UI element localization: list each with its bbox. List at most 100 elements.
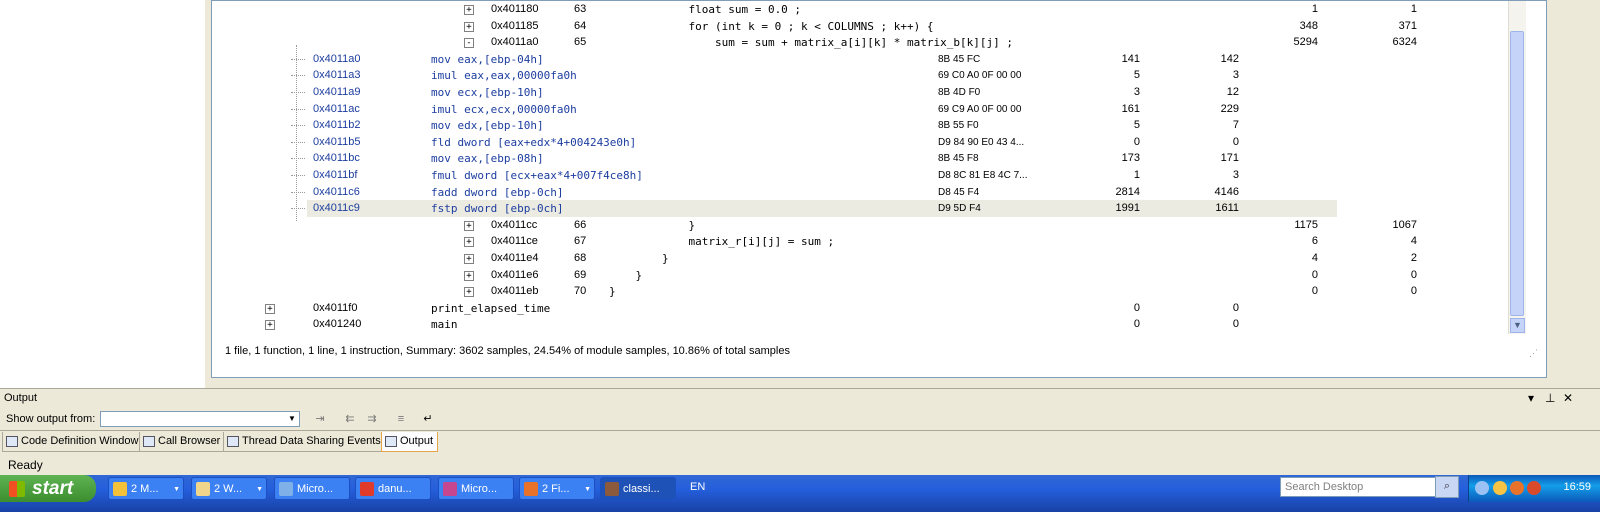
desktop-search-input[interactable]: Search Desktop ⌕ bbox=[1280, 476, 1459, 498]
sampling-view: +0x401180 63 float sum = 0.0 ; 1 1 +0x401185… bbox=[211, 0, 1547, 378]
source-line-row[interactable]: +0x4011eb 70} 0 0 bbox=[396, 283, 1417, 300]
expand-icon[interactable]: + bbox=[265, 303, 275, 314]
function-row[interactable]: +0x4011f0 print_elapsed_time 0 0 bbox=[218, 300, 1511, 317]
close-icon[interactable]: ✕ bbox=[1563, 391, 1573, 405]
tab-label: Call Browser bbox=[158, 435, 221, 447]
address-cell: 0x4011b2 bbox=[313, 119, 361, 132]
source-cell: } bbox=[609, 252, 669, 265]
taskbar-button-label: classi... bbox=[623, 483, 660, 495]
language-indicator[interactable]: EN bbox=[690, 481, 705, 493]
visual-studio-icon bbox=[279, 482, 293, 496]
tab-code-definition-window[interactable]: Code Definition Window bbox=[2, 432, 144, 452]
tab-label: Output bbox=[400, 435, 434, 447]
disassembly-row[interactable]: 0x4011ac imul ecx,ecx,00000fa0h 69 C9 A0 0… bbox=[218, 101, 1511, 118]
taskbar-button[interactable]: 2 W... ▼ bbox=[191, 477, 267, 500]
address-cell: 0x4011a3 bbox=[313, 69, 361, 82]
samples-col1-cell: 0 bbox=[1311, 285, 1318, 298]
messenger-tray-icon[interactable] bbox=[1493, 481, 1507, 495]
tree-branch bbox=[291, 75, 305, 77]
tab-output[interactable]: Output bbox=[381, 432, 439, 452]
expand-icon[interactable]: + bbox=[464, 254, 474, 264]
source-line-row[interactable]: +0x4011ce 67 matrix_r[i][j] = sum ; 6 4 bbox=[396, 233, 1417, 250]
address-cell: 0x401240 bbox=[313, 318, 362, 331]
disassembly-row[interactable]: 0x4011a0 mov eax,[ebp-04h] 8B 45 FC 141 142 bbox=[218, 51, 1511, 68]
address-cell: 0x401180 bbox=[491, 3, 539, 15]
pin-icon[interactable]: ⊥ bbox=[1545, 391, 1555, 405]
opcode-bytes-cell: 8B 4D F0 bbox=[938, 87, 981, 98]
source-line-row[interactable]: +0x401185 64 for (int k = 0 ; k < COLUMNS… bbox=[396, 18, 1417, 35]
tree-branch bbox=[291, 141, 305, 143]
samples-col1-cell: 161 bbox=[1121, 102, 1140, 115]
disassembly-row[interactable]: 0x4011c6 fadd dword [ebp-0ch] D8 45 F4 2814… bbox=[218, 184, 1511, 201]
source-disassembly-grid: +0x401180 63 float sum = 0.0 ; 1 1 +0x401185… bbox=[218, 1, 1511, 338]
start-button[interactable]: start bbox=[0, 475, 96, 502]
disassembly-row[interactable]: 0x4011bc mov eax,[ebp-08h] 8B 45 F8 173 171 bbox=[218, 150, 1511, 167]
address-cell: 0x4011c9 bbox=[313, 202, 360, 215]
find-next-icon[interactable]: ⇉ bbox=[364, 411, 380, 427]
line-number-cell: 66 bbox=[574, 218, 587, 231]
source-line-row[interactable]: +0x4011cc 66 } 1175 1067 bbox=[396, 217, 1417, 234]
disassembly-row[interactable]: 0x4011c9 fstp dword [ebp-0ch] D9 5D F4 1991… bbox=[218, 200, 1511, 218]
clear-all-icon[interactable]: ≡ bbox=[393, 411, 409, 427]
chevron-down-icon[interactable]: ▼ bbox=[285, 412, 299, 426]
taskbar-button[interactable]: 2 M... ▼ bbox=[108, 477, 184, 500]
firefox-tray-icon[interactable] bbox=[1510, 481, 1524, 495]
app-icon bbox=[360, 482, 374, 496]
disassembly-row[interactable]: 0x4011a9 mov ecx,[ebp-10h] 8B 4D F0 3 12 bbox=[218, 84, 1511, 101]
expand-icon[interactable]: + bbox=[464, 270, 474, 281]
taskbar-button-label: 2 W... bbox=[214, 483, 243, 495]
source-line-row[interactable]: +0x4011e6 69 } 0 0 bbox=[396, 267, 1417, 284]
expand-icon[interactable]: + bbox=[265, 320, 275, 331]
collapse-icon[interactable]: - bbox=[464, 38, 474, 49]
taskbar-button[interactable]: classi... bbox=[600, 477, 676, 500]
line-number-cell: 70 bbox=[574, 285, 587, 298]
tab-thread-data-sharing-events[interactable]: Thread Data Sharing Events bbox=[223, 432, 386, 452]
expand-icon[interactable]: + bbox=[464, 237, 474, 248]
opcode-bytes-cell: 69 C0 A0 0F 00 00 bbox=[938, 70, 1022, 82]
source-cell: main bbox=[431, 318, 458, 332]
taskbar-button[interactable]: 2 Fi... ▼ bbox=[519, 477, 595, 500]
document-area: +0x401180 63 float sum = 0.0 ; 1 1 +0x401185… bbox=[205, 0, 1600, 388]
instruction-cell: fadd dword [ebp-0ch] bbox=[431, 185, 564, 199]
samples-col2-cell: 1611 bbox=[1215, 202, 1239, 215]
start-label: start bbox=[32, 478, 74, 499]
resize-grip-icon[interactable]: ⋰ bbox=[1529, 348, 1538, 359]
firefox-icon bbox=[524, 482, 538, 496]
vertical-scrollbar[interactable]: ▼ bbox=[1508, 1, 1526, 334]
disassembly-row[interactable]: 0x4011bf fmul dword [ecx+eax*4+007f4ce8h]… bbox=[218, 167, 1511, 184]
find-previous-icon[interactable]: ⇇ bbox=[342, 411, 358, 427]
expand-icon[interactable]: + bbox=[464, 287, 474, 298]
dropdown-arrow-icon[interactable]: ▾ bbox=[1528, 391, 1534, 405]
opcode-bytes-cell: D9 5D F4 bbox=[938, 203, 981, 215]
disassembly-row[interactable]: 0x4011b2 mov edx,[ebp-10h] 8B 55 F0 5 7 bbox=[218, 117, 1511, 134]
disassembly-row[interactable]: 0x4011a3 imul eax,eax,00000fa0h 69 C0 A0 0… bbox=[218, 67, 1511, 84]
instruction-cell: fstp dword [ebp-0ch] bbox=[431, 202, 564, 216]
search-icon[interactable]: ⌕ bbox=[1435, 476, 1459, 498]
source-line-row[interactable]: - 0x4011a0 65 sum = sum + matrix_a[i][k] *… bbox=[396, 34, 1417, 51]
source-line-row[interactable]: +0x4011e4 68 } 4 2 bbox=[396, 250, 1417, 267]
expand-icon[interactable]: + bbox=[464, 220, 474, 231]
address-cell: 0x4011ac bbox=[313, 102, 360, 115]
tray-expand-icon[interactable] bbox=[1475, 481, 1489, 495]
samples-col2-cell: 0 bbox=[1232, 318, 1239, 331]
output-source-select[interactable]: ▼ bbox=[100, 411, 300, 427]
thread-data-icon bbox=[227, 436, 239, 447]
app-tray-icon[interactable] bbox=[1527, 481, 1541, 495]
address-cell: 0x4011ce bbox=[491, 235, 538, 248]
system-tray: 16:59 bbox=[1468, 475, 1600, 502]
scrollbar-thumb[interactable] bbox=[1510, 31, 1524, 316]
folder-icon bbox=[196, 482, 210, 496]
taskbar-button[interactable]: Micro... bbox=[274, 477, 350, 500]
source-line-row[interactable]: +0x401180 63 float sum = 0.0 ; 1 1 bbox=[396, 1, 1417, 18]
expand-icon[interactable]: + bbox=[464, 5, 474, 15]
expand-icon[interactable]: + bbox=[464, 21, 474, 32]
scroll-down-arrow-icon[interactable]: ▼ bbox=[1510, 318, 1525, 333]
goto-location-icon[interactable]: ⇥ bbox=[312, 411, 328, 427]
word-wrap-icon[interactable]: ↵ bbox=[420, 411, 436, 427]
disassembly-row[interactable]: 0x4011b5 fld dword [eax+edx*4+004243e0h] D… bbox=[218, 134, 1511, 151]
function-row[interactable]: +0x401240 main 0 0 bbox=[218, 316, 1511, 333]
taskbar-button[interactable]: danu... bbox=[355, 477, 431, 500]
taskbar-button[interactable]: Micro... bbox=[438, 477, 514, 500]
instruction-cell: mov edx,[ebp-10h] bbox=[431, 119, 544, 133]
tab-call-browser[interactable]: Call Browser bbox=[139, 432, 226, 452]
